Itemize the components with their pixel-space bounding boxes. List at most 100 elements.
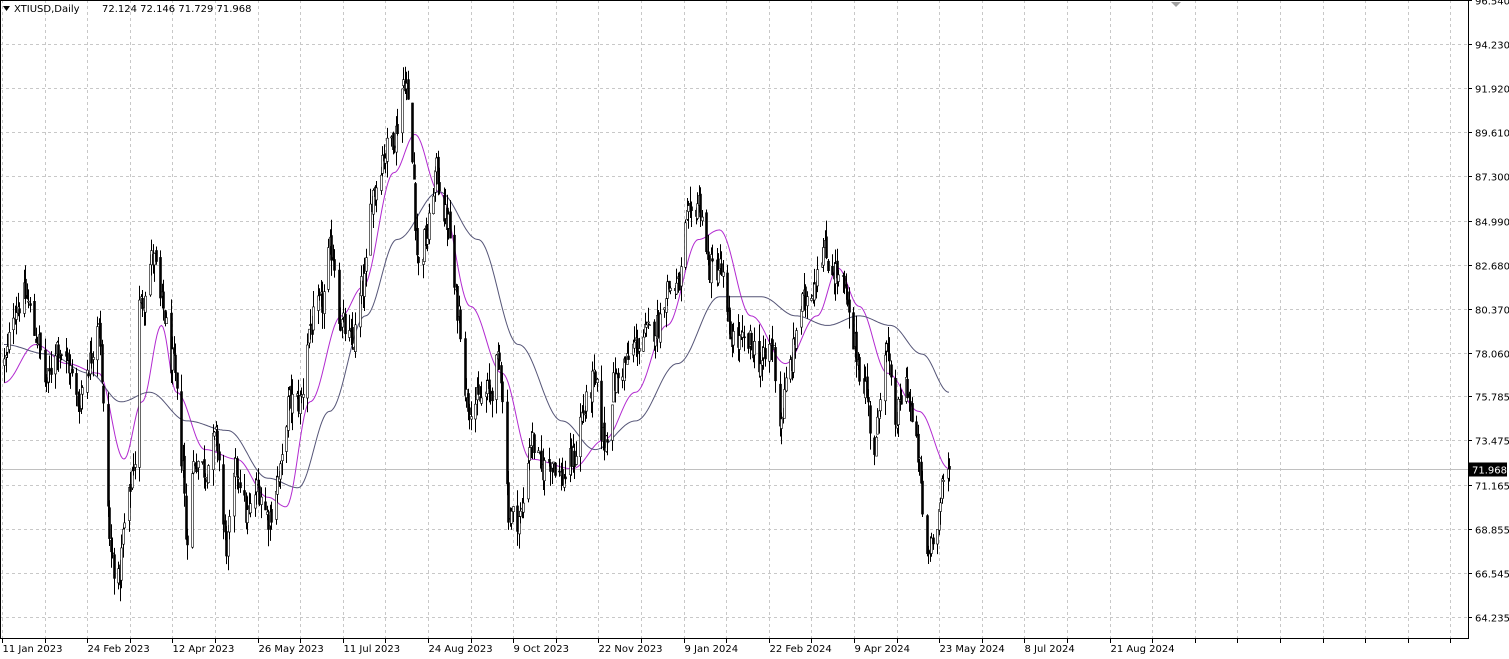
candle[interactable] [86,359,89,399]
candle[interactable] [785,366,788,393]
candle-body-up [96,326,99,361]
candle[interactable] [141,290,144,317]
candle[interactable] [8,322,11,354]
candle[interactable] [123,513,126,530]
chart-shift-marker-icon[interactable] [1171,2,1181,7]
candle[interactable] [15,296,18,335]
candle[interactable] [491,387,494,418]
candle[interactable] [29,297,32,313]
candle[interactable] [71,359,74,377]
candle-body-down [407,79,410,100]
candle[interactable] [75,367,78,407]
candle[interactable] [306,333,309,413]
candle[interactable] [411,102,414,164]
candle[interactable] [369,188,372,256]
candle[interactable] [50,351,53,383]
candle[interactable] [99,310,102,356]
candle[interactable] [675,268,678,295]
candle-body-up [15,312,18,320]
candle[interactable] [792,322,795,379]
candle[interactable] [207,464,210,484]
candle[interactable] [827,259,830,274]
candle[interactable] [603,406,606,461]
candle[interactable] [264,487,267,511]
candle[interactable] [285,425,288,463]
candle[interactable] [138,285,141,482]
candle[interactable] [192,450,195,475]
candle[interactable] [401,88,404,143]
candle[interactable] [120,534,123,589]
candle[interactable] [417,256,420,276]
candle[interactable] [155,246,158,265]
candle[interactable] [554,462,557,478]
candle[interactable] [869,401,872,450]
price-chart[interactable]: 96.540 94.230 91.920 89.610 87.300 84.990 82.6… [0,0,1509,655]
candle[interactable] [312,291,315,331]
candle[interactable] [33,293,36,336]
candle[interactable] [327,238,330,293]
candle[interactable] [239,469,242,493]
candle[interactable] [428,203,431,245]
candle[interactable] [323,284,326,329]
candle-body-down [239,482,242,489]
candle[interactable] [825,220,828,260]
price-axis[interactable]: 96.540 94.230 91.920 89.610 87.300 84.990 82.6… [1468,0,1509,625]
candle[interactable] [831,254,834,276]
candle-body-down [176,372,179,389]
candle[interactable] [113,547,116,595]
candle-body-down [453,234,456,288]
candle[interactable] [354,312,357,358]
candle[interactable] [890,360,893,386]
candle[interactable] [611,404,614,451]
candle[interactable] [134,451,137,480]
candle[interactable] [117,561,120,590]
candle-body-up [816,269,819,287]
candle[interactable] [96,316,99,377]
candle[interactable] [858,354,861,386]
candle[interactable] [218,443,221,472]
candle[interactable] [459,306,462,342]
chart-canvas[interactable]: 96.540 94.230 91.920 89.610 87.300 84.990 82.6… [0,0,1509,655]
candle[interactable] [875,435,878,457]
candle[interactable] [537,447,540,453]
candle[interactable] [774,342,777,393]
candle[interactable] [764,338,767,367]
candle[interactable] [684,219,687,270]
candle[interactable] [201,461,204,465]
candle[interactable] [180,374,183,473]
candle-body-down [554,462,557,476]
candle[interactable] [936,528,939,555]
candle[interactable] [449,200,452,239]
candle[interactable] [533,432,536,460]
candle[interactable] [330,219,333,276]
candle[interactable] [243,474,246,502]
candle[interactable] [101,339,104,384]
candle[interactable] [3,348,6,383]
collapse-triangle-icon[interactable] [3,6,10,11]
candle[interactable] [680,257,683,302]
candle-body-down [195,467,198,473]
candle[interactable] [191,471,194,549]
candle[interactable] [495,353,498,414]
candle[interactable] [470,401,473,431]
candle[interactable] [705,209,708,255]
candle[interactable] [855,315,858,378]
time-axis[interactable]: 11 Jan 2023 24 Feb 2023 12 Apr 2023 26 May … [2,639,1451,655]
candle[interactable] [159,250,162,307]
candle-body-down [183,455,186,494]
candle[interactable] [911,397,914,423]
candle[interactable] [225,526,228,565]
candle[interactable] [743,325,746,352]
candle[interactable] [222,454,225,540]
candle[interactable] [795,327,798,351]
candle[interactable] [930,532,933,557]
candle-body-down [564,476,567,480]
candle[interactable] [302,378,305,410]
candle[interactable] [407,70,410,100]
candle[interactable] [176,372,179,400]
candle[interactable] [107,392,110,517]
candle[interactable] [197,460,200,480]
candle[interactable] [386,127,389,178]
candle[interactable] [102,383,105,412]
candle[interactable] [453,225,456,295]
